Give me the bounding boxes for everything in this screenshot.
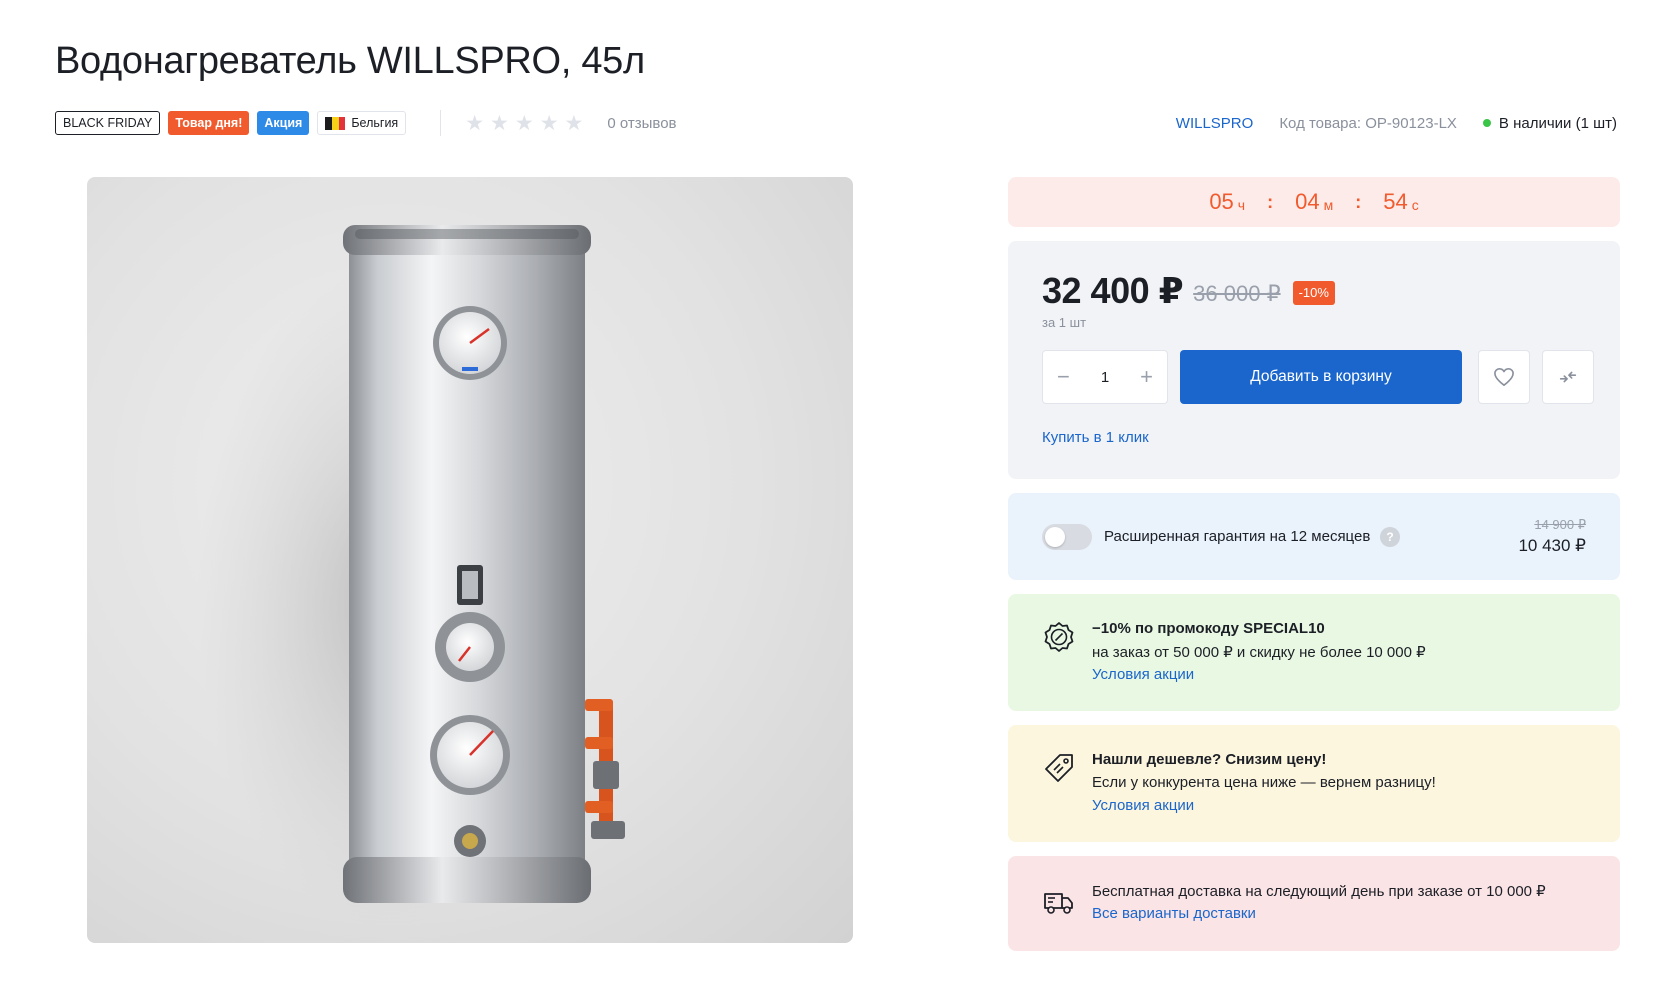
warranty-price: 10 430 ₽ (1518, 536, 1586, 555)
warranty-label: Расширенная гарантия на 12 месяцев (1104, 528, 1371, 545)
product-image[interactable] (87, 177, 853, 943)
timer-seconds: 54 (1383, 189, 1408, 214)
stock-status: В наличии (1 шт) (1482, 114, 1617, 132)
old-price: 36 000 ₽ (1193, 281, 1281, 306)
current-price: 32 400 ₽ (1042, 270, 1184, 311)
promo-title: Нашли дешевле? Снизим цену! (1092, 751, 1327, 768)
discount-badge: -10% (1292, 281, 1335, 305)
add-to-cart-button[interactable]: Добавить в корзину (1180, 350, 1462, 404)
product-meta-row: BLACK FRIDAY Товар дня! Акция Бельгия ★ … (55, 110, 1617, 136)
promo-card-promocode: −10% по промокоду SPECIAL10 на заказ от … (1008, 594, 1620, 711)
timer-hours: 05 (1209, 189, 1234, 214)
product-title: Водонагреватель WILLSPRO, 45л (55, 40, 645, 82)
belgium-flag-icon (325, 116, 346, 130)
brand-link[interactable]: WILLSPRO (1176, 115, 1254, 132)
stock-label: В наличии (1 шт) (1498, 114, 1617, 132)
black-friday-badge: BLACK FRIDAY (55, 111, 161, 135)
timer-hours-unit: ч (1237, 197, 1246, 213)
timer-separator: : (1355, 191, 1362, 212)
compare-arrows-icon (1559, 371, 1577, 383)
delivery-truck-icon (1044, 893, 1073, 914)
warranty-toggle[interactable] (1042, 524, 1092, 550)
timer-seconds-unit: с (1411, 197, 1419, 213)
price-card: 32 400 ₽ 36 000 ₽ -10% за 1 шт − 1 + Доб… (1008, 241, 1620, 479)
timer-separator: : (1267, 191, 1274, 212)
sale-countdown-timer: 05 ч : 04 м : 54 с (1008, 177, 1620, 227)
in-stock-dot-icon (1482, 119, 1491, 127)
per-unit-label: за 1 шт (1042, 315, 1087, 330)
country-badge: Бельгия (317, 111, 407, 135)
divider (440, 110, 442, 136)
extended-warranty-card: Расширенная гарантия на 12 месяцев ? 14 … (1008, 493, 1620, 580)
reviews-link[interactable]: 0 отзывов (607, 115, 676, 132)
quantity-input[interactable]: 1 (1101, 369, 1109, 386)
quantity-stepper: − 1 + (1042, 350, 1168, 404)
rating-stars[interactable]: ★ ★ ★ ★ ★ (465, 113, 583, 134)
discount-badge-icon (1044, 622, 1074, 652)
promo-terms-link[interactable]: Условия акции (1092, 666, 1194, 683)
warranty-old-price: 14 900 ₽ (1534, 517, 1586, 532)
buy-one-click-link[interactable]: Купить в 1 клик (1042, 429, 1149, 446)
water-heater-image (197, 225, 625, 927)
sku-label: Код товара: OP-90123-LX (1279, 114, 1457, 132)
promo-badge: Акция (257, 111, 310, 135)
promo-card-delivery: Бесплатная доставка на следующий день пр… (1008, 856, 1620, 951)
price-row: 32 400 ₽ 36 000 ₽ -10% (1042, 270, 1335, 312)
promo-text: Если у конкурента цена ниже — вернем раз… (1092, 774, 1436, 791)
country-label: Бельгия (351, 116, 399, 130)
star-icon[interactable]: ★ (540, 113, 559, 134)
promo-text: Бесплатная доставка на следующий день пр… (1092, 883, 1546, 900)
timer-minutes: 04 (1295, 189, 1320, 214)
star-icon[interactable]: ★ (490, 113, 509, 134)
delivery-options-link[interactable]: Все варианты доставки (1092, 905, 1256, 922)
promo-text: на заказ от 50 000 ₽ и скидку не более 1… (1092, 644, 1426, 661)
deal-of-day-badge: Товар дня! (168, 111, 250, 135)
decrease-quantity-button[interactable]: − (1057, 366, 1070, 388)
increase-quantity-button[interactable]: + (1140, 366, 1153, 388)
promo-title: −10% по промокоду SPECIAL10 (1092, 620, 1325, 637)
star-icon[interactable]: ★ (465, 113, 484, 134)
meta-right: WILLSPRO Код товара: OP-90123-LX В налич… (1176, 115, 1617, 132)
star-icon[interactable]: ★ (565, 113, 584, 134)
promo-card-price-match: Нашли дешевле? Снизим цену! Если у конку… (1008, 725, 1620, 842)
favorite-button[interactable] (1478, 350, 1530, 404)
star-icon[interactable]: ★ (515, 113, 534, 134)
promo-terms-link[interactable]: Условия акции (1092, 797, 1194, 814)
help-icon[interactable]: ? (1380, 527, 1400, 547)
timer-minutes-unit: м (1323, 197, 1334, 213)
toggle-knob (1045, 527, 1065, 547)
heart-icon (1494, 368, 1514, 386)
compare-button[interactable] (1542, 350, 1594, 404)
price-tag-icon (1045, 754, 1073, 782)
